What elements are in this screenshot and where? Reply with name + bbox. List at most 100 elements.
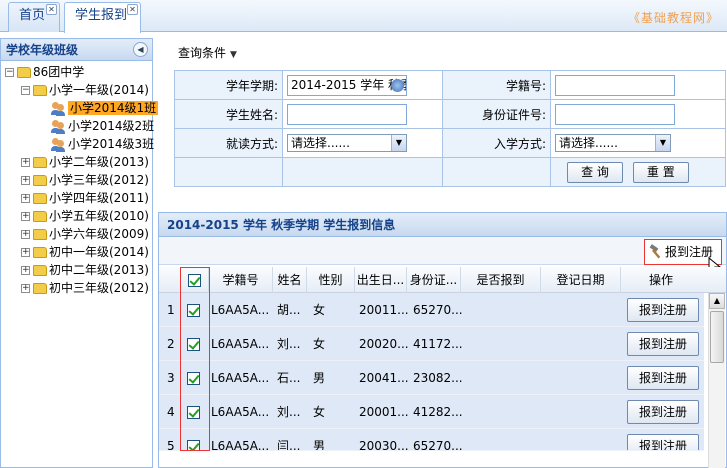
plus-icon[interactable]: + (21, 266, 30, 275)
query-button[interactable]: 查 询 (567, 161, 623, 183)
cell-name: 闫... (277, 439, 301, 451)
table-row[interactable]: 1 L6AA5A... 胡... 女 20011... 65270... 报到注… (159, 293, 704, 327)
enroll-mode-label: 入学方式: (442, 128, 551, 158)
users-icon (51, 119, 66, 134)
tree-node-grade[interactable]: + 初中二年级(2013) (21, 261, 149, 279)
table-row[interactable]: 5 L6AA5A... 闫... 男 20030... 65270... 报到注… (159, 429, 704, 451)
enroll-mode-select[interactable]: 请选择...... ▼ (555, 134, 671, 152)
tree-node-class[interactable]: 小学2014级3班 (51, 135, 154, 153)
folder-icon (33, 85, 47, 96)
tab-home[interactable]: 首页 ✕ (8, 2, 60, 32)
student-no-input[interactable] (555, 74, 675, 96)
cell-sex: 女 (313, 337, 326, 351)
tree-node-grade[interactable]: − 小学一年级(2014) (21, 81, 149, 99)
chevron-down-icon: ▼ (230, 50, 237, 60)
users-icon (51, 137, 66, 152)
tree-node-grade[interactable]: + 小学四年级(2011) (21, 189, 149, 207)
cell-sex: 女 (313, 303, 326, 317)
folder-icon (33, 229, 47, 240)
tree-node-root[interactable]: −86团中学 (5, 63, 84, 81)
register-row-button[interactable]: 报到注册 (627, 366, 699, 390)
plus-icon[interactable]: + (21, 284, 30, 293)
col-register-date[interactable]: 登记日期 (541, 267, 621, 293)
tree-node-grade[interactable]: + 小学五年级(2010) (21, 207, 149, 225)
cell-id-number: 41172... (413, 337, 463, 351)
users-icon (51, 101, 66, 116)
student-no-label: 学籍号: (442, 70, 551, 100)
register-row-button[interactable]: 报到注册 (627, 332, 699, 356)
folder-icon (33, 175, 47, 186)
cell-birth: 20020... (359, 337, 409, 351)
cell-student-no: L6AA5A... (211, 371, 270, 385)
row-number: 2 (167, 337, 175, 351)
school-tree-title: 学校年级班级 (6, 43, 79, 57)
tab-student-report-label: 学生报到 (75, 8, 128, 23)
minus-icon[interactable]: − (5, 68, 14, 77)
id-number-input[interactable] (555, 103, 675, 125)
table-row[interactable]: 3 L6AA5A... 石... 男 20041... 23082... 报到注… (159, 361, 704, 395)
plus-icon[interactable]: + (21, 212, 30, 221)
report-grid-panel: 2014-2015 学年 秋季学期 学生报到信息 报到注册 学籍号 姓名 性别 … (158, 212, 727, 468)
checkbox-column-highlight (180, 267, 210, 451)
study-mode-select[interactable]: 请选择...... ▼ (287, 134, 407, 152)
col-id-number[interactable]: 身份证... (407, 267, 461, 293)
tab-student-report[interactable]: 学生报到 ✕ (64, 2, 141, 33)
collapse-icon[interactable]: ◀ (133, 42, 148, 57)
plus-icon[interactable]: + (21, 248, 30, 257)
tree-node-grade[interactable]: + 初中三年级(2012) (21, 279, 149, 297)
scroll-thumb[interactable] (710, 311, 724, 363)
scroll-up-icon[interactable]: ▲ (709, 293, 725, 309)
plus-icon[interactable]: + (21, 176, 30, 185)
school-tree-header: 学校年级班级 ◀ (1, 39, 152, 61)
cell-id-number: 65270... (413, 439, 463, 451)
col-student-no[interactable]: 学籍号 (209, 267, 273, 293)
col-sex[interactable]: 性别 (307, 267, 355, 293)
close-icon[interactable]: ✕ (46, 4, 57, 15)
folder-icon (33, 247, 47, 258)
col-reported[interactable]: 是否报到 (461, 267, 541, 293)
tree-node-class[interactable]: 小学2014级2班 (51, 117, 154, 135)
minus-icon[interactable]: − (21, 86, 30, 95)
folder-icon (33, 157, 47, 168)
cell-id-number: 65270... (413, 303, 463, 317)
register-row-button[interactable]: 报到注册 (627, 298, 699, 322)
register-row-button[interactable]: 报到注册 (627, 400, 699, 424)
cell-birth: 20041... (359, 371, 409, 385)
chevron-down-icon[interactable]: ▼ (655, 135, 670, 151)
grid-toolbar: 报到注册 (159, 237, 726, 275)
tree-node-grade[interactable]: + 初中一年级(2014) (21, 243, 149, 261)
reset-button[interactable]: 重 置 (632, 161, 689, 183)
row-number: 3 (167, 371, 175, 385)
tree-node-grade[interactable]: + 小学六年级(2009) (21, 225, 149, 243)
term-field[interactable]: 2014-2015 学年 秋季 (287, 74, 407, 96)
grid-title: 2014-2015 学年 秋季学期 学生报到信息 (159, 213, 726, 237)
plus-icon[interactable]: + (21, 194, 30, 203)
col-birth[interactable]: 出生日... (355, 267, 407, 293)
term-label: 学年学期: (174, 70, 283, 100)
row-number: 1 (167, 303, 175, 317)
tab-home-label: 首页 (19, 8, 46, 23)
table-row[interactable]: 2 L6AA5A... 刘... 女 20020... 41172... 报到注… (159, 327, 704, 361)
tree-node-class[interactable]: 小学2014级1班 (51, 99, 159, 117)
close-icon[interactable]: ✕ (127, 4, 138, 15)
col-name[interactable]: 姓名 (273, 267, 307, 293)
study-mode-label: 就读方式: (174, 128, 283, 158)
student-name-label: 学生姓名: (174, 99, 283, 129)
tree-node-grade[interactable]: + 小学二年级(2013) (21, 153, 149, 171)
query-title[interactable]: 查询条件 ▼ (178, 44, 237, 61)
grid-vertical-scrollbar[interactable]: ▲ (708, 293, 725, 468)
folder-icon (33, 283, 47, 294)
register-row-button[interactable]: 报到注册 (627, 434, 699, 450)
calendar-icon[interactable] (391, 78, 404, 92)
cell-name: 石... (277, 371, 301, 385)
table-row[interactable]: 4 L6AA5A... 刘... 女 20001... 41282... 报到注… (159, 395, 704, 429)
student-name-input[interactable] (287, 103, 407, 125)
cell-student-no: L6AA5A... (211, 439, 270, 451)
tree-node-grade[interactable]: + 小学三年级(2012) (21, 171, 149, 189)
query-form: 学年学期: 2014-2015 学年 秋季 学籍号: 学生姓名: 身份证件号: … (174, 70, 726, 187)
plus-icon[interactable]: + (21, 230, 30, 239)
cell-student-no: L6AA5A... (211, 405, 270, 419)
plus-icon[interactable]: + (21, 158, 30, 167)
chevron-down-icon[interactable]: ▼ (391, 135, 406, 151)
folder-icon (33, 265, 47, 276)
